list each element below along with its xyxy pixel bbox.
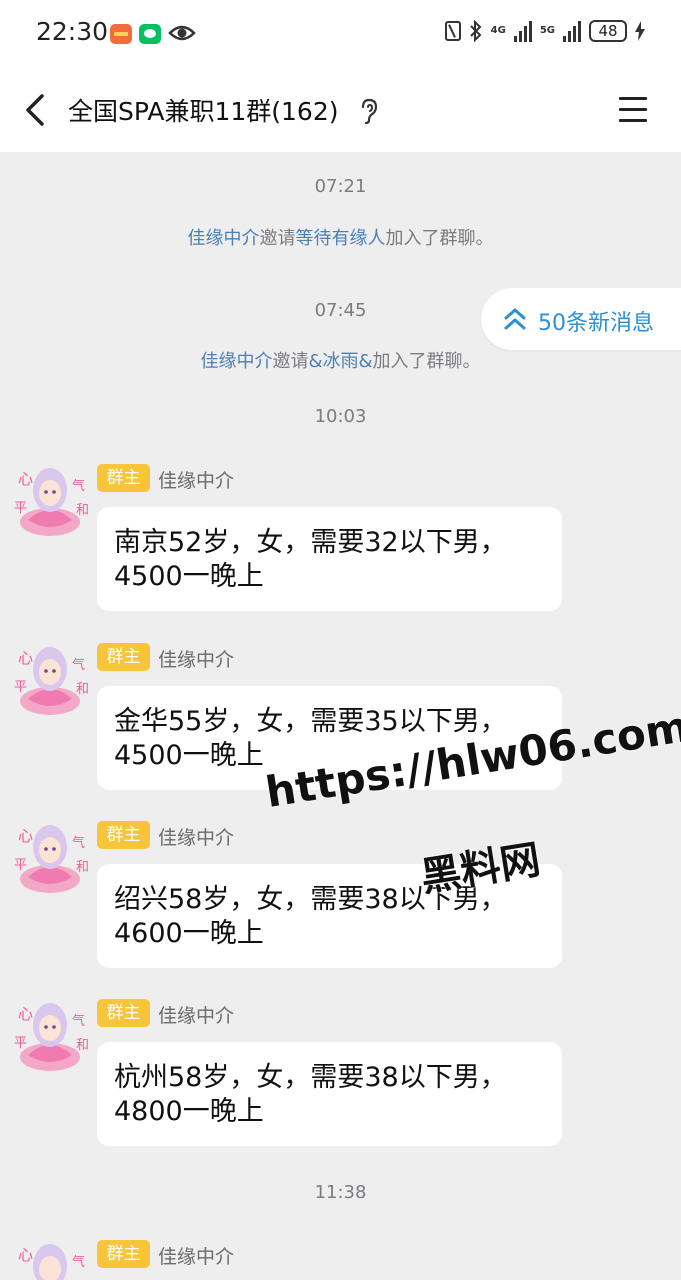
message-line: 4600一晚上 <box>114 918 264 949</box>
message-bubble[interactable]: 杭州58岁，女，需要38以下男， 4800一晚上 <box>97 1042 562 1146</box>
charging-icon <box>635 21 645 41</box>
chat-message: 心 平 气 和 群主 佳缘中介 绍兴58岁，女，需要38以下男， 4600一晚上 <box>0 817 681 987</box>
avatar-char: 气 <box>72 1254 85 1270</box>
owner-badge: 群主 <box>97 464 150 492</box>
avatar-char: 心 <box>18 1246 33 1264</box>
avatar-char: 心 <box>18 470 33 488</box>
message-bubble[interactable]: 南京52岁，女，需要32以下男， 4500一晚上 <box>97 507 562 611</box>
avatar[interactable]: 心 平 气 和 <box>10 460 90 540</box>
menu-icon[interactable] <box>619 97 647 123</box>
message-line: 4500一晚上 <box>114 561 264 592</box>
avatar[interactable]: 心 平 气 和 <box>10 995 90 1075</box>
message-line: 杭州58岁，女，需要38以下男， <box>114 1062 507 1093</box>
avatar-char: 气 <box>72 835 85 851</box>
avatar-char: 气 <box>72 1013 85 1029</box>
sender-name[interactable]: 佳缘中介 <box>158 645 234 672</box>
network-4g-label: 4G <box>490 25 506 36</box>
wechat-notification-icon <box>139 24 161 44</box>
avatar-char: 气 <box>72 657 85 673</box>
system-tail: 加入了群聊。 <box>372 351 481 372</box>
nfc-icon <box>444 21 461 41</box>
inviter-name[interactable]: 佳缘中介 <box>200 351 272 372</box>
system-message: 佳缘中介邀请&冰雨&加入了群聊。 <box>0 347 681 373</box>
sender-name[interactable]: 佳缘中介 <box>158 1001 234 1028</box>
status-time: 22:30 <box>36 17 109 46</box>
timestamp: 11:38 <box>314 1182 367 1203</box>
timestamp: 07:45 <box>314 300 367 321</box>
owner-badge: 群主 <box>97 643 150 671</box>
avatar[interactable]: 心 平 气 和 <box>10 639 90 719</box>
sender-name[interactable]: 佳缘中介 <box>158 823 234 850</box>
battery-icon: 48 <box>589 20 627 42</box>
chat-header: 全国SPA兼职11群(162) <box>0 68 681 152</box>
inviter-name[interactable]: 佳缘中介 <box>188 228 260 249</box>
avatar-char: 和 <box>76 682 89 697</box>
signal-bars-icon <box>513 20 532 42</box>
notification-app-icon <box>110 24 132 44</box>
avatar-char: 心 <box>18 827 33 845</box>
message-line: 4800一晚上 <box>114 1096 264 1127</box>
signal-bars-icon <box>563 20 581 42</box>
avatar[interactable]: 心 平 气 和 <box>10 817 90 897</box>
invitee-name[interactable]: 等待有缘人 <box>296 228 386 249</box>
system-tail: 加入了群聊。 <box>385 228 494 249</box>
chat-message: 心 平 气 和 群主 佳缘中介 杭州58岁，女，需要38以下男， 4800一晚上 <box>0 995 681 1165</box>
owner-badge: 群主 <box>97 821 150 849</box>
sender-name[interactable]: 佳缘中介 <box>158 466 234 493</box>
avatar-char: 平 <box>14 501 27 516</box>
timestamp: 10:03 <box>314 406 367 427</box>
avatar[interactable]: 心 气 <box>10 1236 90 1280</box>
eye-icon <box>168 25 196 41</box>
owner-badge: 群主 <box>97 1240 150 1268</box>
status-bar: 22:30 4G 5G 48 <box>0 0 681 68</box>
chat-message: 心 平 气 和 群主 佳缘中介 南京52岁，女，需要32以下男， 4500一晚上 <box>0 460 681 630</box>
status-right-group: 4G 5G 48 <box>444 20 645 42</box>
system-verb: 邀请 <box>272 351 309 372</box>
invitee-name[interactable]: &冰雨& <box>308 351 372 372</box>
avatar-char: 和 <box>76 860 89 875</box>
avatar-char: 和 <box>76 1038 89 1053</box>
system-message: 佳缘中介邀请等待有缘人加入了群聊。 <box>0 224 681 250</box>
system-verb: 邀请 <box>259 228 296 249</box>
avatar-char: 平 <box>14 858 27 873</box>
back-arrow-icon[interactable] <box>20 90 50 130</box>
avatar-char: 心 <box>18 1005 33 1023</box>
avatar-char: 和 <box>76 503 89 518</box>
sender-name[interactable]: 佳缘中介 <box>158 1242 234 1269</box>
bluetooth-icon <box>469 20 482 42</box>
group-title: 全国SPA兼职11群(162) <box>68 97 339 126</box>
network-5g-label: 5G <box>539 25 555 36</box>
avatar-char: 气 <box>72 478 85 494</box>
ear-icon[interactable] <box>358 97 380 125</box>
chat-area[interactable]: 07:21 佳缘中介邀请等待有缘人加入了群聊。 50条新消息 07:45 佳缘中… <box>0 152 681 1280</box>
message-line: 南京52岁，女，需要32以下男， <box>114 527 507 558</box>
timestamp: 07:21 <box>314 176 367 197</box>
avatar-char: 心 <box>18 649 33 667</box>
owner-badge: 群主 <box>97 999 150 1027</box>
avatar-char: 平 <box>14 680 27 695</box>
chat-message: 心 气 群主 佳缘中介 <box>0 1236 681 1280</box>
avatar-char: 平 <box>14 1036 27 1051</box>
